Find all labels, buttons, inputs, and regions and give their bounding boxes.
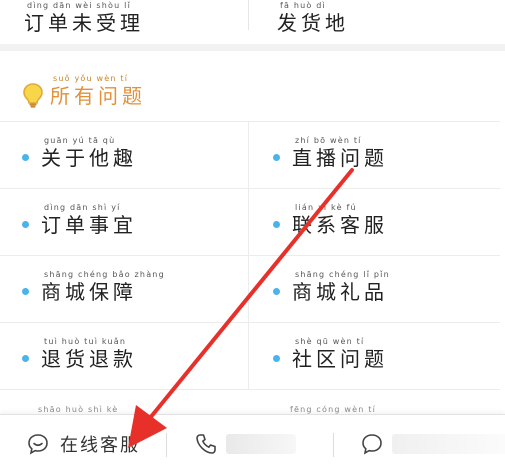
question-order-not-accepted[interactable]: dìng dān wèi shòu lǐ 订单未受理 bbox=[24, 1, 144, 35]
question-label: 商城礼品 bbox=[292, 280, 388, 304]
question-row: dìng dān shì yí 订单事宜 lián xì kè fú 联系客服 bbox=[0, 189, 500, 256]
bullet-dot bbox=[22, 355, 29, 362]
question-label: 关于他趣 bbox=[41, 146, 137, 170]
question-contact-service[interactable]: lián xì kè fú 联系客服 bbox=[273, 203, 388, 237]
question-row: shāng chéng bǎo zhàng 商城保障 shāng chéng l… bbox=[0, 256, 500, 323]
question-label: 商城保障 bbox=[41, 280, 137, 304]
bullet-dot bbox=[273, 154, 280, 161]
pinyin: fā huò dì bbox=[280, 1, 326, 10]
bullet-dot bbox=[22, 221, 29, 228]
pinyin: shāng chéng lǐ pǐn bbox=[295, 270, 390, 279]
question-returns-refunds[interactable]: tuì huò tuì kuǎn 退货退款 bbox=[22, 337, 137, 371]
question-label: 联系客服 bbox=[292, 213, 388, 237]
bullet-dot bbox=[273, 355, 280, 362]
divider bbox=[248, 256, 249, 322]
pinyin: zhí bō wèn tí bbox=[295, 136, 362, 145]
question-ship-from[interactable]: fā huò dì 发货地 bbox=[277, 1, 349, 35]
pinyin: fēng cóng wèn tí bbox=[290, 405, 377, 414]
phone-button[interactable] bbox=[194, 415, 296, 472]
pinyin: lián xì kè fú bbox=[295, 203, 357, 212]
question-row: tuì huò tuì kuǎn 退货退款 shè qū wèn tí 社区问题 bbox=[0, 323, 500, 390]
question-row: guān yú tā qù 关于他趣 zhí bō wèn tí 直播问题 bbox=[0, 122, 500, 189]
bullet-dot bbox=[22, 288, 29, 295]
question-live-stream[interactable]: zhí bō wèn tí 直播问题 bbox=[273, 136, 388, 170]
question-label: 退货退款 bbox=[41, 347, 137, 371]
question-label: 发货地 bbox=[277, 11, 349, 35]
top-row: dìng dān wèi shòu lǐ 订单未受理 fā huò dì 发货地 bbox=[0, 0, 505, 44]
question-label: 社区问题 bbox=[292, 347, 388, 371]
lightbulb-icon bbox=[23, 83, 43, 108]
online-service-button[interactable]: 在线客服 bbox=[26, 415, 140, 472]
phone-number-blurred bbox=[226, 434, 296, 454]
question-mall-gifts[interactable]: shāng chéng lǐ pǐn 商城礼品 bbox=[273, 270, 390, 304]
question-community[interactable]: shè qū wèn tí 社区问题 bbox=[273, 337, 388, 371]
message-label-blurred bbox=[392, 434, 505, 454]
phone-icon bbox=[196, 434, 216, 454]
divider bbox=[248, 0, 249, 30]
online-service-label: 在线客服 bbox=[60, 435, 140, 456]
section-title: 所有问题 bbox=[50, 84, 146, 108]
question-grid: guān yú tā qù 关于他趣 zhí bō wèn tí 直播问题 dì… bbox=[0, 121, 500, 390]
divider bbox=[166, 433, 167, 457]
bullet-dot bbox=[273, 288, 280, 295]
divider bbox=[248, 122, 249, 188]
divider bbox=[248, 189, 249, 255]
divider bbox=[333, 433, 334, 457]
question-about-tqu[interactable]: guān yú tā qù 关于他趣 bbox=[22, 136, 137, 170]
question-label: 订单事宜 bbox=[41, 213, 137, 237]
pinyin: shāo huò shì kè bbox=[38, 405, 119, 414]
question-label: 直播问题 bbox=[292, 146, 388, 170]
bullet-dot bbox=[22, 154, 29, 161]
section-heading: suǒ yǒu wèn tí 所有问题 bbox=[22, 74, 146, 108]
message-button[interactable] bbox=[360, 415, 505, 472]
pinyin: dìng dān wèi shòu lǐ bbox=[27, 1, 132, 10]
pinyin: dìng dān shì yí bbox=[44, 203, 121, 212]
pinyin: suǒ yǒu wèn tí bbox=[53, 74, 129, 83]
bottom-action-bar: 在线客服 bbox=[0, 414, 505, 472]
question-mall-guarantee[interactable]: shāng chéng bǎo zhàng 商城保障 bbox=[22, 270, 165, 304]
message-icon bbox=[362, 434, 382, 455]
pinyin: tuì huò tuì kuǎn bbox=[44, 337, 127, 346]
divider bbox=[248, 323, 249, 389]
pinyin: shè qū wèn tí bbox=[295, 337, 365, 346]
chat-bubble-icon bbox=[28, 434, 48, 455]
pinyin: shāng chéng bǎo zhàng bbox=[44, 270, 165, 279]
section-separator bbox=[0, 44, 505, 51]
question-order-matters[interactable]: dìng dān shì yí 订单事宜 bbox=[22, 203, 137, 237]
pinyin: guān yú tā qù bbox=[44, 136, 116, 145]
bullet-dot bbox=[273, 221, 280, 228]
question-label: 订单未受理 bbox=[24, 11, 144, 35]
